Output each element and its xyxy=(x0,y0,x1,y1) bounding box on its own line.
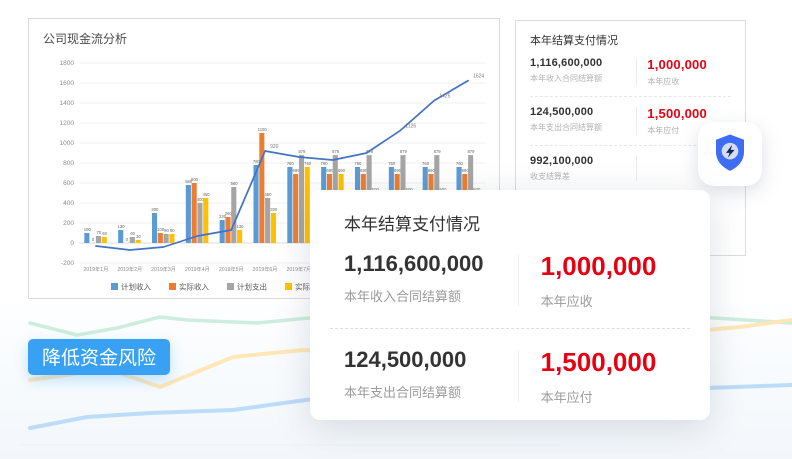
popup-receivable-label: 本年应收 xyxy=(541,291,676,310)
income-settled-label: 本年收入合同结算额 xyxy=(530,73,626,84)
svg-text:800: 800 xyxy=(63,160,74,167)
shield-lightning-icon xyxy=(709,131,751,178)
popup-row-expense: 124,500,000 本年支出合同结算额 1,500,000 本年应付 xyxy=(344,347,676,406)
svg-text:60: 60 xyxy=(102,231,107,236)
svg-text:200: 200 xyxy=(63,220,74,227)
payable-value: 1,500,000 xyxy=(647,106,731,121)
svg-text:760: 760 xyxy=(388,161,396,166)
popup-expense-settled-value: 124,500,000 xyxy=(344,347,496,373)
svg-text:400: 400 xyxy=(63,200,74,207)
svg-text:2019年7月: 2019年7月 xyxy=(287,265,312,273)
balance-label: 收支结算差 xyxy=(530,171,626,182)
svg-text:450: 450 xyxy=(264,192,272,197)
security-shield-card xyxy=(698,122,762,186)
svg-text:760: 760 xyxy=(321,161,329,166)
svg-text:90: 90 xyxy=(164,228,169,233)
vertical-divider xyxy=(636,107,637,135)
popup-receivable: 1,000,000 本年应收 xyxy=(541,251,676,310)
cashflow-card-title: 公司现金流分析 xyxy=(43,30,127,47)
dashboard-page: 公司现金流分析 -2000200400600800100012001400160… xyxy=(0,0,792,459)
vertical-divider xyxy=(636,58,637,86)
svg-text:690: 690 xyxy=(338,168,346,173)
svg-text:-200: -200 xyxy=(61,260,74,267)
svg-text:2019年4月: 2019年4月 xyxy=(185,265,210,273)
reduce-risk-badge[interactable]: 降低资金风险 xyxy=(28,339,170,375)
svg-text:70: 70 xyxy=(96,230,101,235)
popup-expense-settled-label: 本年支出合同结算额 xyxy=(344,382,496,401)
summary-panel-title: 本年结算支付情况 xyxy=(530,32,731,48)
svg-text:879: 879 xyxy=(434,149,442,154)
svg-text:1800: 1800 xyxy=(60,60,75,67)
popup-income-settled-value: 1,116,600,000 xyxy=(344,251,496,277)
svg-text:760: 760 xyxy=(422,161,430,166)
svg-text:0: 0 xyxy=(92,237,95,242)
svg-text:879: 879 xyxy=(332,149,340,154)
expense-settled-label: 本年支出合同结算额 xyxy=(530,122,626,133)
svg-text:90: 90 xyxy=(170,228,175,233)
popup-payable: 1,500,000 本年应付 xyxy=(541,347,676,406)
svg-text:1600: 1600 xyxy=(60,80,75,87)
svg-text:计划支出: 计划支出 xyxy=(237,282,267,292)
vertical-divider xyxy=(636,156,637,181)
summary-income-settled: 1,116,600,000 本年收入合同结算额 xyxy=(530,57,626,84)
svg-text:879: 879 xyxy=(467,149,475,154)
svg-text:实际收入: 实际收入 xyxy=(179,282,209,292)
svg-text:760: 760 xyxy=(287,161,295,166)
summary-balance: 992,100,000 收支结算差 xyxy=(530,155,626,182)
svg-text:600: 600 xyxy=(191,177,199,182)
svg-text:计划收入: 计划收入 xyxy=(121,282,151,292)
svg-text:1200: 1200 xyxy=(60,120,75,127)
receivable-value: 1,000,000 xyxy=(647,57,731,72)
svg-text:300: 300 xyxy=(270,207,278,212)
svg-text:2019年3月: 2019年3月 xyxy=(151,265,176,273)
summary-expense-settled: 124,500,000 本年支出合同结算额 xyxy=(530,106,626,133)
popup-title: 本年结算支付情况 xyxy=(344,210,676,235)
svg-text:100: 100 xyxy=(84,227,92,232)
svg-text:760: 760 xyxy=(456,161,464,166)
expense-settled-value: 124,500,000 xyxy=(530,106,626,118)
svg-text:879: 879 xyxy=(400,149,408,154)
summary-receivable: 1,000,000 本年应收 xyxy=(647,57,731,87)
svg-text:560: 560 xyxy=(231,181,239,186)
settlement-popup-card: 本年结算支付情况 1,116,600,000 本年收入合同结算额 1,000,0… xyxy=(310,190,710,420)
receivable-label: 本年应收 xyxy=(647,76,731,87)
summary-row-income: 1,116,600,000 本年收入合同结算额 1,000,000 本年应收 xyxy=(530,57,731,87)
popup-expense-settled: 124,500,000 本年支出合同结算额 xyxy=(344,347,496,401)
popup-payable-value: 1,500,000 xyxy=(541,347,676,378)
svg-text:130: 130 xyxy=(236,224,244,229)
vertical-divider xyxy=(518,255,519,306)
svg-text:30: 30 xyxy=(136,234,141,239)
svg-text:1400: 1400 xyxy=(60,100,75,107)
svg-text:2019年5月: 2019年5月 xyxy=(219,265,244,273)
popup-receivable-value: 1,000,000 xyxy=(541,251,676,282)
dashed-divider xyxy=(530,96,731,97)
svg-text:0: 0 xyxy=(70,240,74,247)
popup-payable-label: 本年应付 xyxy=(541,387,676,406)
svg-text:300: 300 xyxy=(151,207,159,212)
svg-text:450: 450 xyxy=(203,192,211,197)
svg-text:1425: 1425 xyxy=(439,94,450,100)
svg-text:879: 879 xyxy=(298,149,306,154)
popup-row-income: 1,116,600,000 本年收入合同结算额 1,000,000 本年应收 xyxy=(344,251,676,310)
svg-text:600: 600 xyxy=(63,180,74,187)
popup-income-settled: 1,116,600,000 本年收入合同结算额 xyxy=(344,251,496,305)
svg-text:1100: 1100 xyxy=(258,127,268,132)
svg-text:760: 760 xyxy=(354,161,362,166)
balance-value: 992,100,000 xyxy=(530,155,626,167)
svg-text:2019年2月: 2019年2月 xyxy=(117,265,142,273)
svg-text:60: 60 xyxy=(130,231,135,236)
svg-text:760: 760 xyxy=(304,161,312,166)
dashed-divider xyxy=(330,328,690,329)
svg-text:0: 0 xyxy=(126,237,129,242)
svg-text:1126: 1126 xyxy=(405,123,416,129)
svg-text:920: 920 xyxy=(270,144,279,150)
vertical-divider xyxy=(518,351,519,402)
svg-text:130: 130 xyxy=(118,224,126,229)
svg-text:1000: 1000 xyxy=(60,140,75,147)
popup-income-settled-label: 本年收入合同结算额 xyxy=(344,286,496,305)
svg-text:1624: 1624 xyxy=(473,74,484,80)
income-settled-value: 1,116,600,000 xyxy=(530,57,626,69)
svg-text:2019年1月: 2019年1月 xyxy=(84,265,109,273)
svg-text:2019年6月: 2019年6月 xyxy=(253,265,278,273)
